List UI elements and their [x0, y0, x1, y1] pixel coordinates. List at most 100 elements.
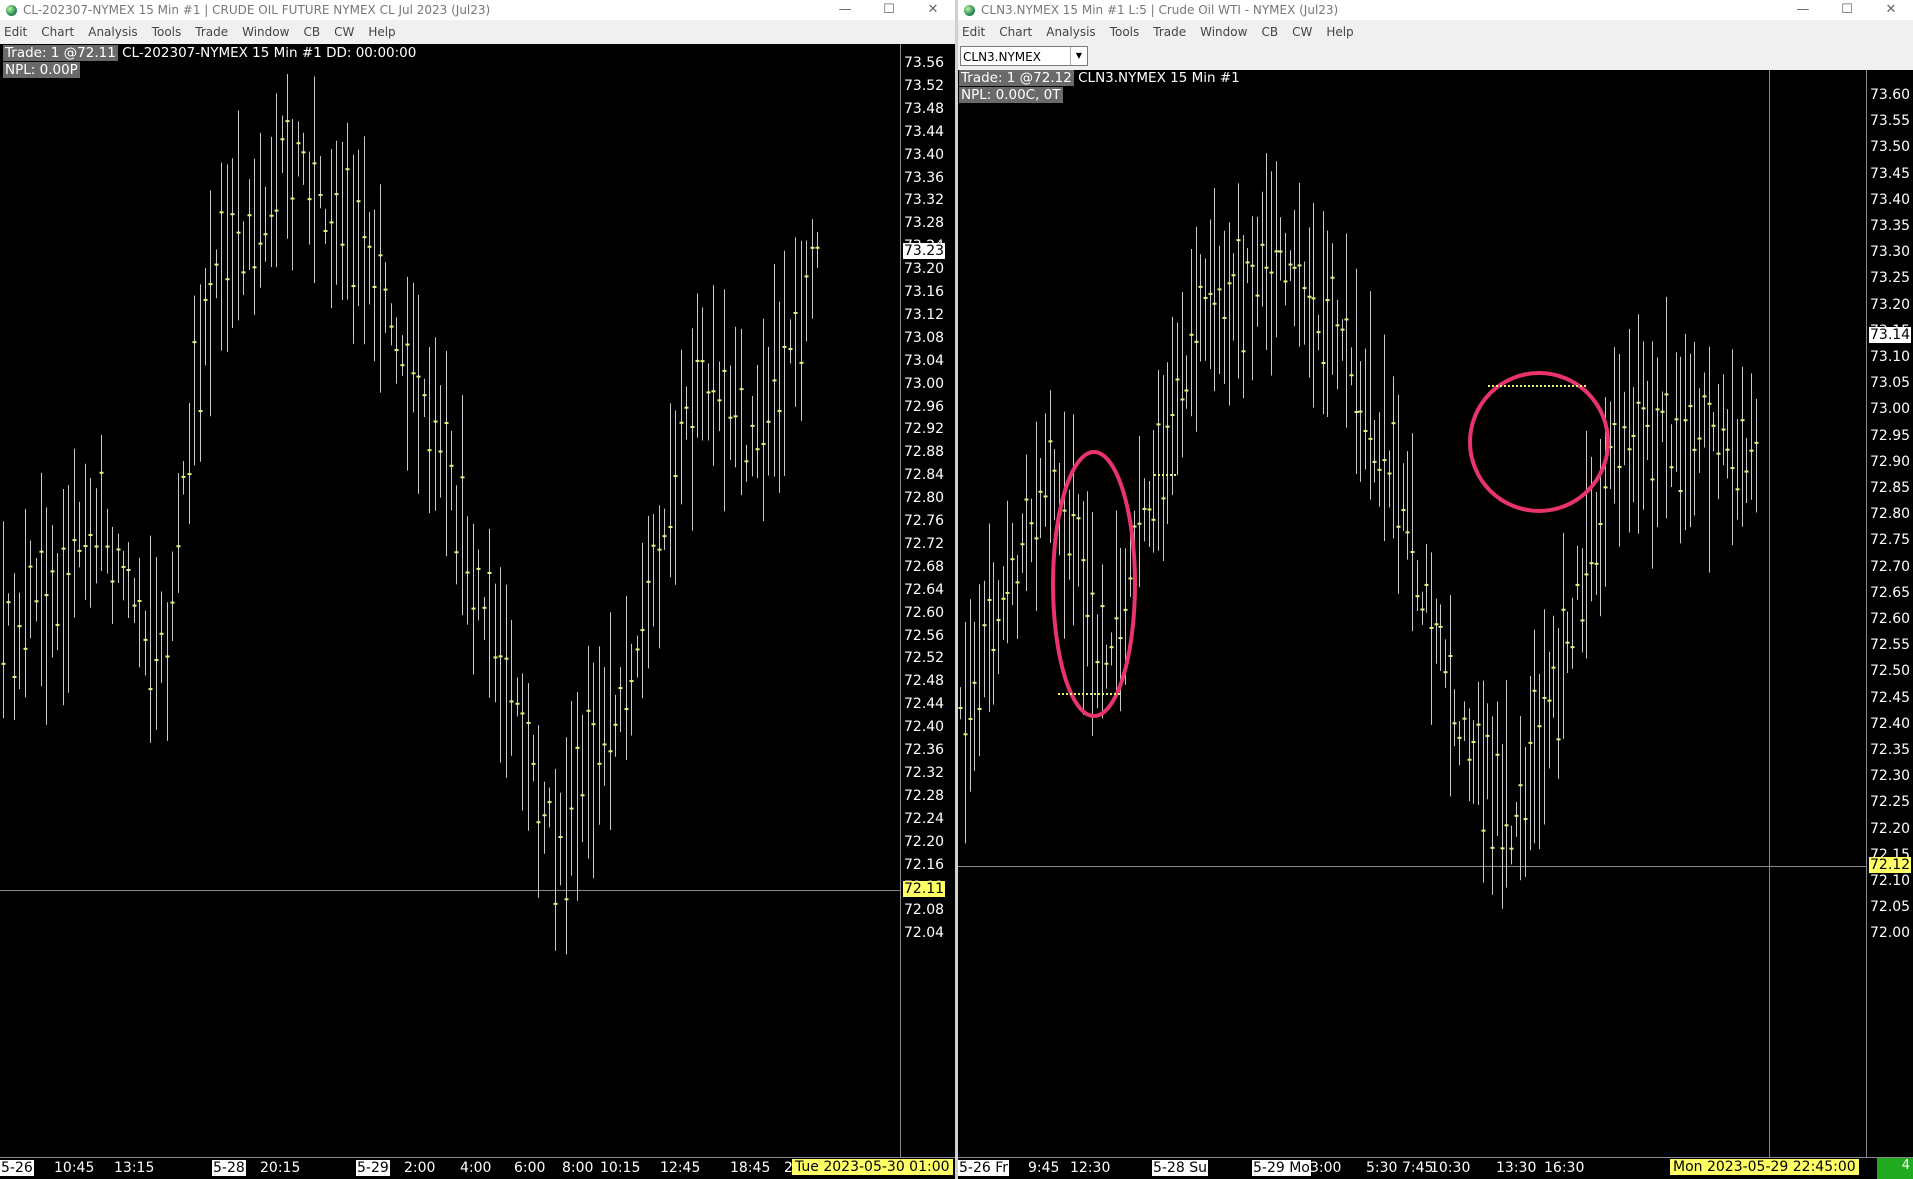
- time-axis-label: 10:45: [54, 1160, 95, 1176]
- globe-icon: [964, 4, 975, 16]
- maximize-icon[interactable]: ☐: [867, 0, 911, 20]
- price-tick-label: 72.40: [904, 719, 945, 736]
- menu-cb[interactable]: CB: [1261, 25, 1278, 39]
- time-axis-label: 5-28 Su: [1152, 1160, 1208, 1176]
- highlight-circle: [1468, 371, 1610, 513]
- price-tick-label: 72.08: [904, 902, 945, 919]
- menu-window[interactable]: Window: [242, 25, 289, 39]
- menu-chart[interactable]: Chart: [41, 25, 74, 39]
- time-axis-label: 5-26: [0, 1160, 34, 1176]
- minimize-icon[interactable]: —: [1781, 0, 1825, 20]
- price-tick-label: 73.60: [1870, 87, 1911, 103]
- price-tick-label: 72.10: [1870, 873, 1911, 889]
- price-tick-label: 73.35: [1870, 218, 1911, 234]
- last-price-badge: 73.14: [1869, 327, 1912, 343]
- menu-cw[interactable]: CW: [1292, 25, 1312, 39]
- menu-tools[interactable]: Tools: [152, 25, 182, 39]
- price-tick-label: 73.28: [904, 215, 945, 232]
- time-axis-label: 16:30: [1544, 1160, 1585, 1176]
- price-tick-label: 73.40: [1870, 191, 1911, 208]
- price-tick-label: 72.45: [1870, 689, 1911, 706]
- left-npl: NPL: 0.00P: [3, 62, 80, 78]
- price-tick-label: 72.70: [1870, 558, 1911, 575]
- chevron-down-icon[interactable]: ▼: [1070, 47, 1087, 65]
- right-bars-canvas: [958, 70, 1866, 1157]
- cursor-price-badge: 72.12: [1869, 857, 1912, 873]
- right-price-axis[interactable]: 73.60 73.55 73.50 73.45 73.40 73.35 73.30 73.25…: [1866, 70, 1913, 1157]
- menu-cb[interactable]: CB: [303, 25, 320, 39]
- price-tick-label: 72.80: [1870, 506, 1911, 523]
- time-axis-label: 12:30: [1070, 1160, 1111, 1176]
- price-tick-label: 73.45: [1870, 165, 1911, 182]
- price-tick-label: 72.20: [904, 833, 945, 850]
- menu-trade[interactable]: Trade: [195, 25, 228, 39]
- close-icon[interactable]: ✕: [1869, 0, 1913, 20]
- price-tick-label: 72.60: [1870, 611, 1911, 627]
- right-trade-info: Trade: 1 @72.12 CLN3.NYMEX 15 Min #1: [959, 70, 1240, 86]
- close-icon[interactable]: ✕: [911, 0, 955, 20]
- symbol-select[interactable]: CLN3.NYMEX ▼: [960, 46, 1088, 66]
- time-axis-label: 5-26 Fr: [958, 1160, 1010, 1176]
- time-axis-label: 13:15: [114, 1160, 155, 1176]
- price-tick-label: 72.64: [904, 581, 945, 598]
- menu-help[interactable]: Help: [368, 25, 395, 39]
- time-axis-label: 5:30: [1366, 1160, 1398, 1176]
- last-price-badge: 73.23: [903, 243, 946, 259]
- menu-analysis[interactable]: Analysis: [88, 25, 137, 39]
- menu-tools[interactable]: Tools: [1110, 25, 1140, 39]
- right-time-axis[interactable]: 16:30 13:30 10:30 7:45 5:30 3:00 5-29 Mo 5-28 S…: [958, 1157, 1913, 1179]
- menu-edit[interactable]: Edit: [962, 25, 985, 39]
- menu-analysis[interactable]: Analysis: [1046, 25, 1095, 39]
- price-tick-label: 72.28: [904, 787, 945, 804]
- price-tick-label: 72.75: [1870, 532, 1911, 549]
- price-tick-label: 72.56: [904, 627, 945, 644]
- left-time-axis[interactable]: 2 18:45 12:45 10:15 8:00 6:00 4:00 2:00 5-29 20:1…: [0, 1157, 955, 1179]
- right-title-bar[interactable]: CLN3.NYMEX 15 Min #1 L:5 | Crude Oil WTI…: [958, 0, 1913, 20]
- menu-help[interactable]: Help: [1326, 25, 1353, 39]
- price-tick-label: 72.44: [904, 696, 945, 713]
- time-axis-label: 10:15: [600, 1160, 641, 1176]
- price-tick-label: 73.00: [904, 375, 945, 392]
- price-tick-label: 72.95: [1870, 427, 1911, 444]
- price-tick-label: 72.96: [904, 398, 945, 415]
- price-tick-label: 72.88: [904, 444, 945, 461]
- price-tick-label: 73.04: [904, 352, 945, 369]
- price-tick-label: 73.20: [904, 261, 945, 278]
- price-tick-label: 72.92: [904, 421, 945, 438]
- price-tick-label: 73.20: [1870, 296, 1911, 313]
- right-menu-bar: Edit Chart Analysis Tools Trade Window C…: [958, 22, 1913, 42]
- maximize-icon[interactable]: ☐: [1825, 0, 1869, 20]
- price-tick-label: 72.50: [1870, 663, 1911, 680]
- left-price-chart[interactable]: Trade: 1 @72.11 CL-202307-NYMEX 15 Min #…: [0, 44, 955, 1157]
- price-tick-label: 73.16: [904, 284, 945, 300]
- price-tick-label: 72.68: [904, 558, 945, 575]
- time-axis-label: 5-28: [212, 1160, 246, 1176]
- globe-icon: [6, 4, 17, 16]
- price-tick-label: 72.24: [904, 810, 945, 827]
- left-chart-window: CL-202307-NYMEX 15 Min #1 | CRUDE OIL FU…: [0, 0, 955, 1179]
- time-axis-label: 5-29: [356, 1160, 390, 1176]
- price-tick-label: 72.85: [1870, 480, 1911, 496]
- price-tick-label: 73.36: [904, 169, 945, 186]
- minimize-icon[interactable]: —: [823, 0, 867, 20]
- price-tick-label: 72.65: [1870, 584, 1911, 601]
- price-tick-label: 72.35: [1870, 742, 1911, 758]
- left-title-bar[interactable]: CL-202307-NYMEX 15 Min #1 | CRUDE OIL FU…: [0, 0, 955, 20]
- left-price-axis[interactable]: 73.56 73.52 73.48 73.44 73.40 73.36 73.32 73.28…: [900, 44, 955, 1157]
- price-tick-label: 73.48: [904, 100, 945, 117]
- menu-cw[interactable]: CW: [334, 25, 354, 39]
- right-npl: NPL: 0.00C, 0T: [959, 87, 1063, 103]
- left-window-title: CL-202307-NYMEX 15 Min #1 | CRUDE OIL FU…: [23, 3, 491, 17]
- menu-edit[interactable]: Edit: [4, 25, 27, 39]
- price-tick-label: 72.55: [1870, 637, 1911, 654]
- price-tick-label: 73.05: [1870, 375, 1911, 392]
- price-tick-label: 72.16: [904, 856, 945, 873]
- price-tick-label: 72.90: [1870, 453, 1911, 470]
- price-tick-label: 72.76: [904, 513, 945, 529]
- right-price-chart[interactable]: Trade: 1 @72.12 CLN3.NYMEX 15 Min #1 NPL…: [958, 70, 1913, 1157]
- menu-window[interactable]: Window: [1200, 25, 1247, 39]
- menu-chart[interactable]: Chart: [999, 25, 1032, 39]
- menu-trade[interactable]: Trade: [1153, 25, 1186, 39]
- price-tick-label: 73.52: [904, 77, 945, 94]
- time-axis-label: 10:30: [1430, 1160, 1471, 1176]
